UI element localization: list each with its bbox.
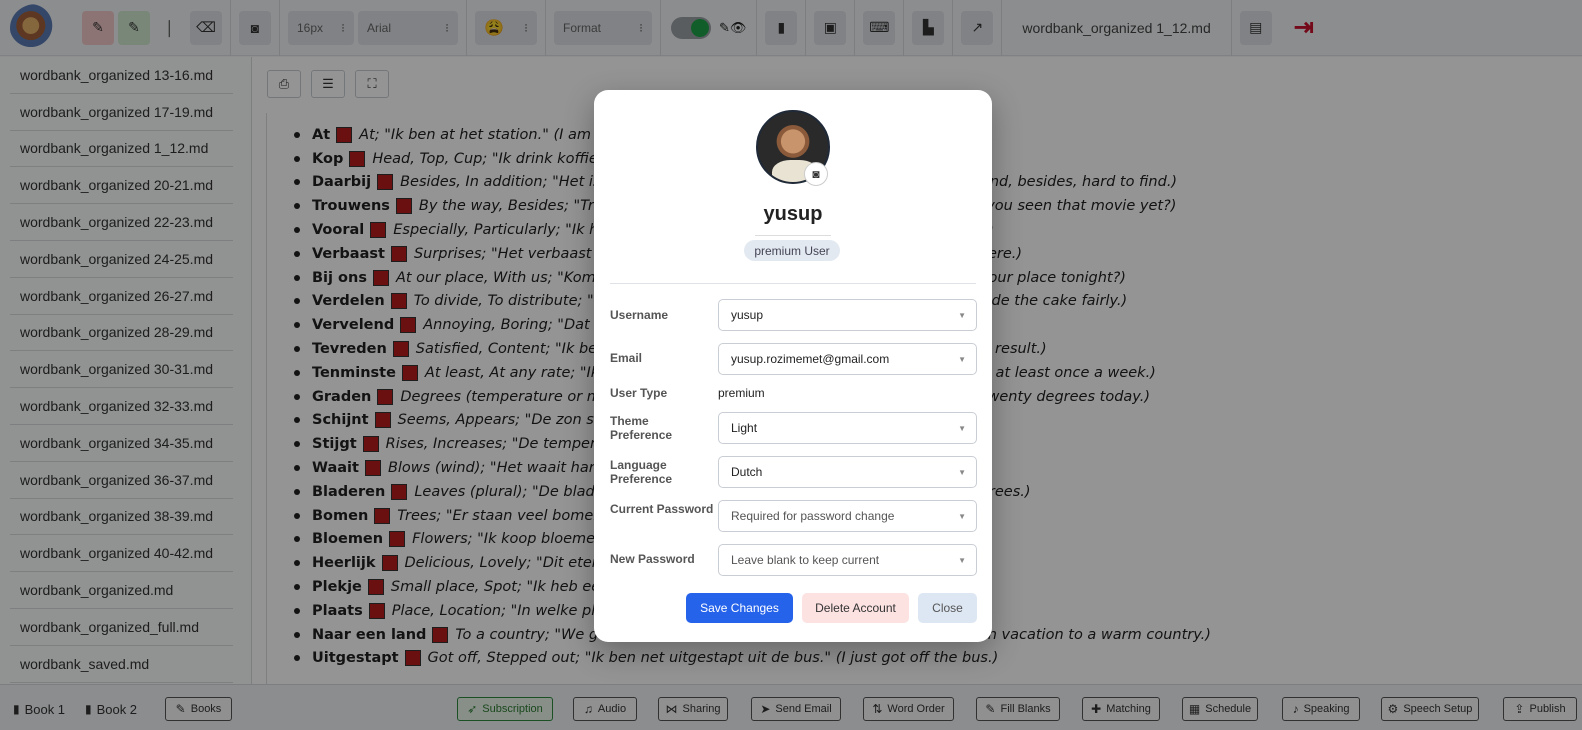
chevron-down-icon: ▼: [958, 310, 966, 320]
chevron-down-icon: ▼: [958, 354, 966, 364]
theme-select[interactable]: Light ▼: [718, 412, 977, 444]
current-password-field[interactable]: Required for password change ▼: [718, 500, 977, 532]
chevron-down-icon: ▼: [958, 467, 966, 477]
camera-icon[interactable]: ◙: [804, 162, 828, 186]
user-type-badge: premium User: [744, 240, 840, 261]
profile-name: yusup: [763, 203, 823, 225]
profile-modal: ◙ yusup premium User Username yusup ▼ Ema…: [594, 90, 992, 642]
name-divider: [755, 235, 831, 236]
user-type-label: User Type: [610, 386, 668, 400]
language-select[interactable]: Dutch ▼: [718, 456, 977, 488]
modal-divider: [610, 283, 976, 284]
chevron-down-icon: ▼: [958, 555, 966, 565]
close-button[interactable]: Close: [918, 593, 977, 623]
current-password-label: Current Password: [610, 502, 714, 516]
theme-label: Theme Preference: [610, 414, 673, 442]
username-label: Username: [610, 308, 669, 322]
new-password-field[interactable]: Leave blank to keep current ▼: [718, 544, 977, 576]
email-field[interactable]: yusup.rozimemet@gmail.com ▼: [718, 343, 977, 375]
new-password-label: New Password: [610, 552, 695, 566]
delete-account-button[interactable]: Delete Account: [802, 593, 909, 623]
user-type-value: premium: [718, 386, 765, 400]
chevron-down-icon: ▼: [958, 511, 966, 521]
save-changes-button[interactable]: Save Changes: [686, 593, 793, 623]
chevron-down-icon: ▼: [958, 423, 966, 433]
language-label: Language Preference: [610, 458, 673, 486]
email-label: Email: [610, 351, 643, 365]
username-field[interactable]: yusup ▼: [718, 299, 977, 331]
